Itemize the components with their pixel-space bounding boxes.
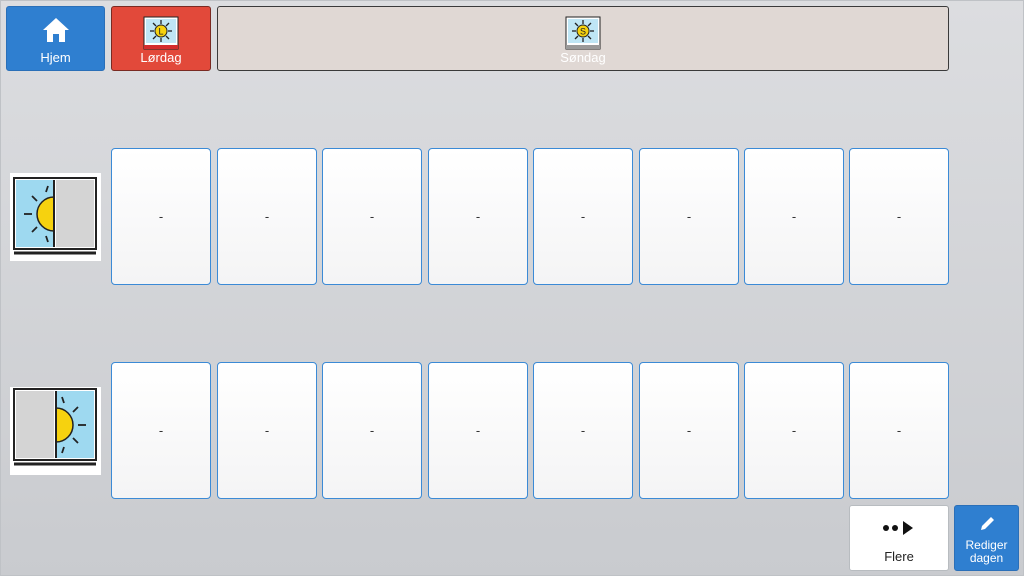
edit-label: Rediger dagen — [955, 539, 1018, 565]
edit-label-line2: dagen — [969, 551, 1004, 565]
more-label: Flere — [884, 549, 914, 564]
sunday-letter: S — [580, 27, 586, 37]
saturday-sun-icon: L — [143, 16, 179, 50]
afternoon-sun-icon — [10, 387, 101, 475]
sunday-label: Søndag — [560, 50, 606, 65]
activity-card[interactable]: - — [111, 362, 211, 499]
activity-card[interactable]: - — [533, 148, 633, 285]
sunday-sun-icon: S — [565, 16, 601, 50]
activity-card[interactable]: - — [217, 148, 317, 285]
activity-card[interactable]: - — [744, 362, 844, 499]
more-arrow-icon — [883, 521, 913, 535]
home-button[interactable]: Hjem — [6, 6, 105, 71]
pencil-icon — [980, 517, 994, 530]
activity-card[interactable]: - — [639, 362, 739, 499]
activity-card[interactable]: - — [849, 362, 949, 499]
more-button[interactable]: Flere — [849, 505, 949, 571]
saturday-label: Lørdag — [140, 50, 182, 65]
home-label: Hjem — [40, 50, 71, 65]
day-tab-sunday[interactable]: S Søndag — [217, 6, 949, 71]
day-tab-saturday[interactable]: L Lørdag — [111, 6, 211, 71]
activity-card[interactable]: - — [428, 362, 528, 499]
morning-sun-icon — [10, 173, 101, 261]
activity-card[interactable]: - — [322, 148, 422, 285]
activity-card[interactable]: - — [322, 362, 422, 499]
activity-card[interactable]: - — [744, 148, 844, 285]
activity-card[interactable]: - — [428, 148, 528, 285]
edit-label-line1: Rediger — [965, 538, 1008, 552]
home-icon — [42, 18, 69, 42]
activity-card[interactable]: - — [533, 362, 633, 499]
activity-card[interactable]: - — [849, 148, 949, 285]
edit-day-button[interactable]: Rediger dagen — [954, 505, 1019, 571]
activity-card[interactable]: - — [639, 148, 739, 285]
activity-card[interactable]: - — [111, 148, 211, 285]
activity-card[interactable]: - — [217, 362, 317, 499]
saturday-letter: L — [158, 27, 163, 37]
